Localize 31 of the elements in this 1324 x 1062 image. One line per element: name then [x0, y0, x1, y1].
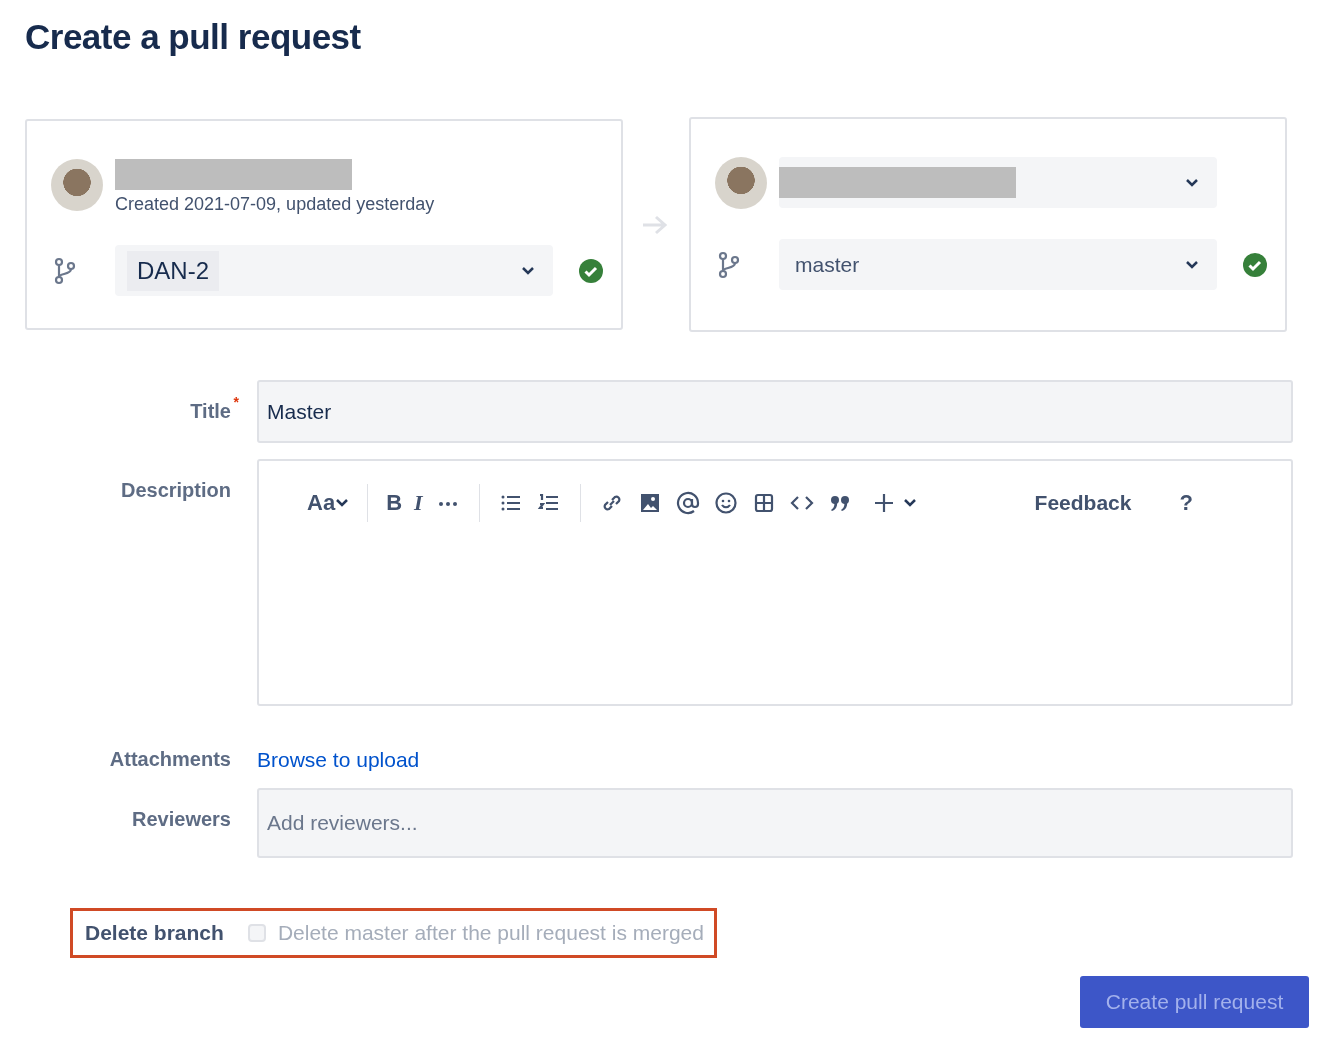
bold-button[interactable]: B — [380, 485, 408, 521]
field-label: Reviewers — [132, 807, 231, 831]
branch-select[interactable]: master — [779, 239, 1217, 290]
description-editor[interactable]: Aa B I Feedback ? — [257, 459, 1293, 706]
browse-link[interactable]: Browse to upload — [257, 722, 420, 772]
branch-select[interactable]: DAN-2 — [115, 245, 553, 296]
feedback-button[interactable]: Feedback — [1028, 485, 1138, 521]
at-sign-icon[interactable] — [675, 491, 700, 515]
page-title: Create a pull request — [25, 16, 361, 58]
field-label: Delete branch — [85, 921, 224, 945]
avatar — [715, 157, 767, 209]
created-text: Created 2021-07-09, updated yesterday — [115, 194, 436, 215]
title-field[interactable]: Master — [257, 380, 1293, 443]
italic-button[interactable]: I — [408, 485, 429, 521]
field-label: Title — [190, 400, 231, 422]
chevron-down-icon — [521, 265, 535, 276]
smiley-icon[interactable] — [713, 491, 738, 515]
branch-icon — [53, 256, 77, 285]
chevron-down-icon — [902, 498, 917, 508]
branch-icon — [717, 250, 741, 279]
chevron-down-icon — [335, 498, 350, 508]
required-marker: * — [233, 394, 239, 410]
checkbox-label: Delete master after the pull request is merged — [277, 921, 704, 945]
reviewers-field[interactable]: Add reviewers... — [257, 788, 1293, 858]
help-button[interactable]: ? — [1173, 485, 1199, 521]
field-label: Attachments — [109, 747, 231, 771]
avatar — [51, 159, 103, 211]
chevron-down-icon — [1185, 177, 1199, 188]
chevron-down-icon — [1185, 259, 1199, 270]
field-label: Description — [120, 478, 231, 502]
text-style-button[interactable]: Aa — [301, 485, 356, 521]
